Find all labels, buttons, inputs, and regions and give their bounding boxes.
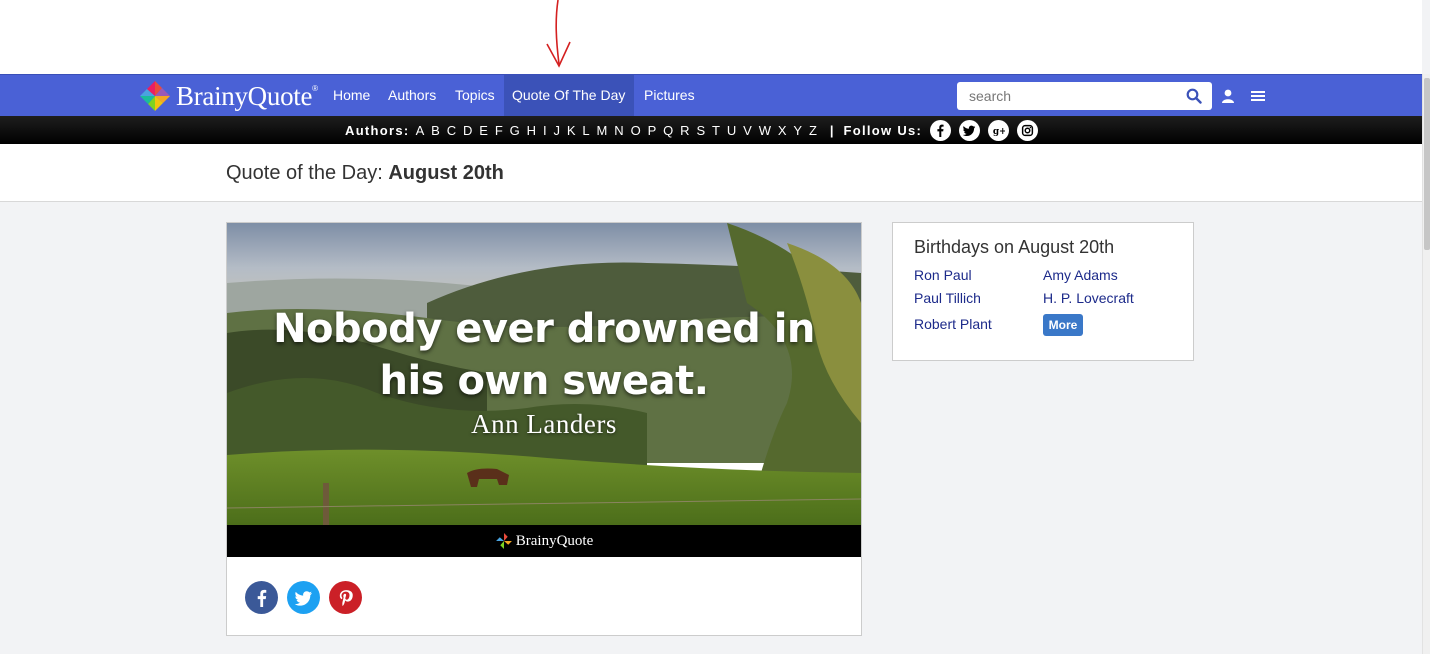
author-letter-u[interactable]: U	[727, 123, 736, 138]
nav-authors[interactable]: Authors	[388, 75, 436, 116]
share-pinterest-icon[interactable]	[329, 581, 362, 614]
author-letter-t[interactable]: T	[712, 123, 720, 138]
page-title: Quote of the Day: August 20th	[226, 162, 504, 185]
quote-line-1: Nobody ever drowned in	[273, 306, 815, 352]
page-title-date: August 20th	[388, 162, 504, 184]
author-letter-s[interactable]: S	[696, 123, 705, 138]
author-letter-y[interactable]: Y	[793, 123, 802, 138]
author-letter-e[interactable]: E	[479, 123, 488, 138]
share-twitter-icon[interactable]	[287, 581, 320, 614]
menu-icon[interactable]	[1250, 88, 1266, 104]
share-buttons	[245, 581, 371, 614]
birthday-link-robert-plant[interactable]: Robert Plant	[914, 316, 992, 332]
author-letter-d[interactable]: D	[463, 123, 472, 138]
quote-logo-strip: BrainyQuote	[227, 525, 861, 557]
google-plus-icon[interactable]: g+	[988, 119, 1010, 141]
quote-card: Nobody ever drowned in his own sweat. An…	[226, 222, 862, 636]
brainyquote-pinwheel-icon	[495, 533, 512, 549]
page-title-prefix: Quote of the Day:	[226, 162, 383, 184]
quote-text: Nobody ever drowned in his own sweat.	[227, 303, 861, 407]
follow-us-label: Follow Us:	[843, 122, 923, 138]
author-letter-z[interactable]: Z	[809, 123, 817, 138]
brainyquote-pinwheel-icon	[140, 81, 170, 111]
annotation-arrow-icon	[546, 0, 571, 68]
nav-home[interactable]: Home	[333, 75, 370, 116]
nav-quote-of-the-day[interactable]: Quote Of The Day	[504, 75, 634, 116]
twitter-icon[interactable]	[959, 119, 981, 141]
birthday-link-amy-adams[interactable]: Amy Adams	[1043, 267, 1118, 283]
author-letter-l[interactable]: L	[582, 123, 589, 138]
author-letter-f[interactable]: F	[495, 123, 503, 138]
authors-bar: Authors: ABCDEFGHIJKLMNOPQRSTUVWXYZ | Fo…	[0, 116, 1422, 144]
nav-pictures[interactable]: Pictures	[644, 75, 695, 116]
author-letter-a[interactable]: A	[416, 123, 425, 138]
instagram-icon[interactable]	[1017, 119, 1039, 141]
author-letter-v[interactable]: V	[743, 123, 752, 138]
author-letter-b[interactable]: B	[431, 123, 440, 138]
author-letter-p[interactable]: P	[648, 123, 657, 138]
author-letter-o[interactable]: O	[631, 123, 641, 138]
author-letter-g[interactable]: G	[510, 123, 520, 138]
birthdays-title: Birthdays on August 20th	[914, 237, 1115, 257]
scrollbar-thumb[interactable]	[1424, 78, 1430, 250]
user-icon[interactable]	[1220, 88, 1236, 104]
author-letter-w[interactable]: W	[759, 123, 771, 138]
browser-top-area	[0, 0, 1422, 74]
title-bar: Quote of the Day: August 20th	[0, 144, 1422, 202]
search-input[interactable]	[957, 82, 1177, 110]
quote-line-2: his own sweat.	[379, 358, 709, 404]
nav-topics[interactable]: Topics	[455, 75, 495, 116]
search-box	[957, 82, 1212, 110]
brainyquote-logo[interactable]: BrainyQuote ®	[138, 79, 318, 113]
page-scrollbar[interactable]	[1422, 74, 1430, 654]
authors-separator: |	[829, 122, 834, 138]
authors-label: Authors:	[345, 122, 410, 138]
share-facebook-icon[interactable]	[245, 581, 278, 614]
birthday-link-paul-tillich[interactable]: Paul Tillich	[914, 290, 981, 306]
author-letter-j[interactable]: J	[553, 123, 560, 138]
svg-text:g+: g+	[993, 126, 1005, 136]
author-letter-n[interactable]: N	[614, 123, 623, 138]
brand-reg-mark: ®	[312, 83, 319, 93]
author-letter-m[interactable]: M	[597, 123, 608, 138]
birthdays-panel: Birthdays on August 20th Ron Paul Amy Ad…	[892, 222, 1194, 361]
birthday-link-hp-lovecraft[interactable]: H. P. Lovecraft	[1043, 290, 1134, 306]
author-letter-c[interactable]: C	[447, 123, 456, 138]
quote-footer-logo: BrainyQuote	[515, 532, 594, 549]
author-letter-x[interactable]: X	[778, 123, 787, 138]
quote-author: Ann Landers	[471, 409, 617, 439]
search-icon[interactable]	[1186, 88, 1202, 104]
quote-picture[interactable]: Nobody ever drowned in his own sweat. An…	[227, 223, 861, 525]
author-letter-k[interactable]: K	[567, 123, 576, 138]
author-letter-h[interactable]: H	[527, 123, 536, 138]
main-navbar: BrainyQuote ® Home Authors Topics Quote O…	[0, 74, 1422, 116]
birthday-link-ron-paul[interactable]: Ron Paul	[914, 267, 972, 283]
more-birthdays-button[interactable]: More	[1043, 314, 1083, 336]
author-letter-q[interactable]: Q	[663, 123, 673, 138]
brand-name: BrainyQuote	[176, 80, 313, 111]
author-letter-i[interactable]: I	[543, 123, 547, 138]
facebook-icon[interactable]	[930, 119, 952, 141]
author-letter-r[interactable]: R	[680, 123, 689, 138]
